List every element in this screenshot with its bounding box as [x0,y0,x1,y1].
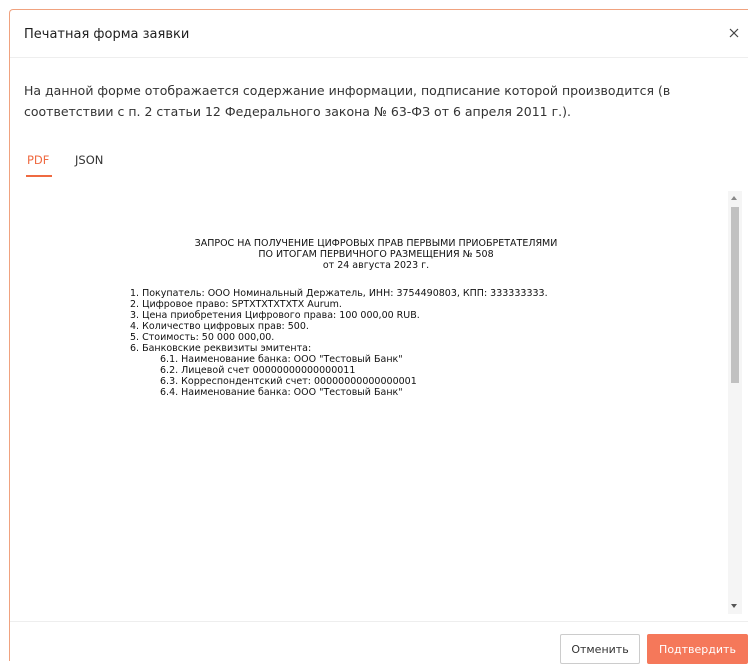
close-icon[interactable] [726,25,742,41]
confirm-button[interactable]: Подтвердить [647,634,748,664]
document-subitem: 6.4. Наименование банка: ООО "Тестовый Б… [160,387,403,398]
dialog-title: Печатная форма заявки [24,27,190,42]
scroll-down-arrow-icon[interactable] [731,604,737,608]
dialog-description: На данной форме отображается содержание … [24,83,671,119]
scroll-up-arrow-icon[interactable] [731,196,737,200]
document-subitem: 6.3. Корреспондентский счет: 00000000000… [160,376,417,387]
document-title-line-2: ПО ИТОГАМ ПЕРВИЧНОГО РАЗМЕЩЕНИЯ № 508 [258,249,494,260]
document-subitem: 6.1. Наименование банка: ООО "Тестовый Б… [160,354,403,365]
pdf-document: ЗАПРОС НА ПОЛУЧЕНИЕ ЦИФРОВЫХ ПРАВ ПЕРВЫМ… [24,191,728,614]
cancel-button[interactable]: Отменить [560,634,640,664]
tab-pdf[interactable]: PDF [27,153,49,167]
document-item: 6. Банковские реквизиты эмитента: [130,343,312,354]
close-icon-glyph [729,28,739,38]
document-item: 2. Цифровое право: SPTXTXTXTXTX Aurum. [130,299,342,310]
document-subitem: 6.2. Лицевой счет 00000000000000011 [160,365,356,376]
dialog-footer: Отменить Подтвердить [10,621,748,664]
viewer-scrollbar[interactable] [728,191,742,614]
pdf-viewer[interactable]: ЗАПРОС НА ПОЛУЧЕНИЕ ЦИФРОВЫХ ПРАВ ПЕРВЫМ… [24,191,742,614]
document-title-line-1: ЗАПРОС НА ПОЛУЧЕНИЕ ЦИФРОВЫХ ПРАВ ПЕРВЫМ… [194,238,558,249]
active-tab-indicator [26,175,52,177]
document-item: 3. Цена приобретения Цифрового права: 10… [130,310,420,321]
document-item: 5. Стоимость: 50 000 000,00. [130,332,275,343]
scroll-thumb[interactable] [731,207,739,383]
document-date: от 24 августа 2023 г. [322,260,430,271]
tab-json[interactable]: JSON [75,153,103,167]
dialog-header: Печатная форма заявки [10,10,748,58]
document-item: 1. Покупатель: ООО Номинальный Держатель… [130,288,548,299]
document-item: 4. Количество цифровых прав: 500. [130,321,309,332]
print-form-dialog: Печатная форма заявки На данной форме от… [9,9,748,664]
view-tabs: PDF JSON [24,143,748,179]
